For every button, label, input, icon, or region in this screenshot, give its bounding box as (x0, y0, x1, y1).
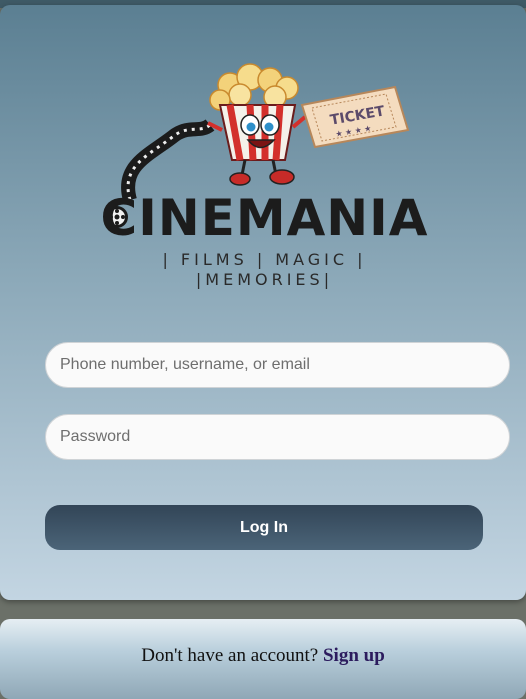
ticket-icon: TICKET ★ ★ ★ ★ (300, 85, 410, 149)
brand-tagline-line1: | FILMS | MAGIC | (162, 250, 367, 269)
brand-tagline-line2: |MEMORIES| (195, 270, 334, 289)
password-input[interactable] (45, 414, 510, 460)
popcorn-icon (207, 63, 307, 186)
signup-row: Don't have an account? Sign up (0, 645, 526, 667)
brand-wordmark: CINEMANIA (100, 189, 429, 247)
username-input[interactable] (45, 342, 510, 388)
login-button[interactable]: Log In (45, 505, 483, 550)
signup-link[interactable]: Sign up (323, 645, 385, 666)
signup-prompt: Don't have an account? (141, 645, 323, 666)
